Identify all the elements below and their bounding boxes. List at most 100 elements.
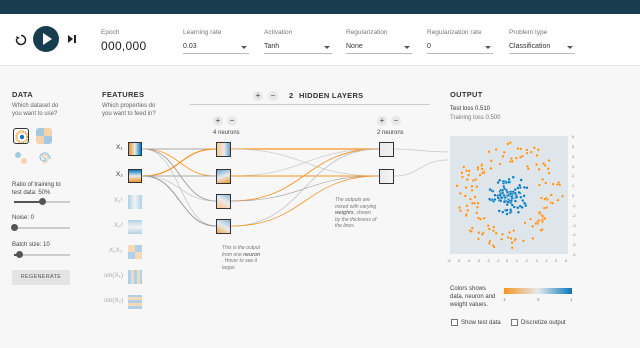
neuron-2-2[interactable] — [379, 169, 394, 184]
data-point — [505, 190, 510, 194]
legend-text: Colors shows data, neuron and weight val… — [450, 285, 495, 309]
data-point — [464, 169, 469, 173]
data-point — [560, 194, 565, 198]
data-point — [488, 187, 492, 192]
data-point — [476, 201, 480, 205]
x-tick: -1 — [496, 258, 500, 263]
data-point — [475, 185, 479, 189]
link[interactable] — [142, 175, 217, 202]
data-point — [507, 177, 511, 181]
data-point — [514, 156, 518, 160]
data-point — [516, 210, 521, 214]
data-point — [464, 213, 468, 218]
data-point — [466, 208, 470, 212]
note-line: larger. — [222, 264, 236, 271]
data-point — [494, 147, 498, 152]
data-point — [534, 221, 538, 226]
note-line: . Hover to see it — [222, 258, 258, 264]
data-point — [513, 199, 517, 203]
link[interactable] — [142, 148, 217, 177]
discretize-output-checkbox[interactable] — [511, 319, 518, 326]
data-point — [537, 167, 541, 171]
data-point — [480, 163, 484, 167]
data-point — [488, 197, 492, 201]
neuron-1-1[interactable] — [216, 142, 231, 157]
y-tick: -5 — [572, 242, 576, 248]
data-point — [478, 217, 482, 221]
data-point — [487, 227, 491, 231]
data-point — [470, 188, 474, 192]
y-tick: -6 — [572, 252, 576, 257]
data-point — [520, 205, 524, 209]
data-point — [512, 205, 516, 209]
data-point — [470, 201, 474, 205]
data-point — [542, 162, 546, 166]
data-point — [480, 167, 484, 171]
data-point — [529, 150, 533, 154]
data-point — [535, 163, 539, 167]
data-point — [531, 236, 535, 240]
show-test-data-label: Show test data — [461, 320, 501, 326]
data-point — [525, 186, 529, 190]
weights-note: The outputs are mixed with varying weigh… — [335, 197, 376, 230]
data-point — [518, 155, 523, 159]
discretize-output-label: Discretize output — [521, 320, 566, 326]
data-point — [522, 194, 526, 198]
legend-line: weight values. — [450, 302, 489, 308]
data-point — [543, 197, 547, 201]
neuron-1-3[interactable] — [216, 194, 231, 209]
link[interactable] — [393, 148, 449, 153]
data-point — [510, 159, 514, 163]
data-point — [511, 175, 515, 179]
show-test-data-checkbox[interactable] — [451, 319, 458, 326]
legend-line: data, neuron and — [450, 294, 496, 300]
data-point — [500, 196, 504, 200]
x-tick: 2 — [525, 258, 528, 263]
data-point — [470, 184, 474, 188]
y-tick: 4 — [572, 153, 575, 159]
data-point — [509, 236, 513, 240]
y-tick: -3 — [572, 222, 576, 228]
data-point — [542, 206, 546, 210]
data-point — [475, 205, 479, 209]
data-point — [496, 196, 500, 200]
data-point — [499, 199, 503, 203]
link[interactable] — [142, 175, 217, 227]
x-tick: 6 — [565, 258, 568, 263]
data-point — [516, 186, 520, 190]
link[interactable] — [142, 148, 217, 227]
x-tick: -2 — [486, 258, 490, 263]
data-point — [500, 237, 504, 241]
data-point — [480, 171, 485, 175]
legend-color-scale — [504, 288, 572, 294]
data-point — [544, 181, 548, 185]
neuron-1-4[interactable] — [216, 219, 231, 234]
neuron-2-1[interactable] — [379, 142, 394, 157]
data-point — [558, 183, 562, 187]
data-point — [497, 209, 501, 213]
y-tick: -2 — [572, 212, 576, 218]
neuron-1-2[interactable] — [216, 169, 231, 184]
data-point — [501, 154, 505, 158]
data-point — [547, 171, 551, 175]
data-point — [551, 201, 555, 205]
data-point — [510, 246, 514, 250]
data-point — [463, 194, 467, 198]
y-tick: 0 — [572, 193, 575, 198]
data-point — [477, 231, 481, 235]
y-tick: -1 — [572, 202, 576, 208]
output-heatmap[interactable] — [450, 136, 568, 254]
data-point — [493, 197, 497, 201]
data-point — [531, 224, 535, 228]
data-point — [551, 182, 555, 186]
link[interactable] — [393, 159, 449, 177]
data-point — [500, 232, 505, 236]
link[interactable] — [230, 148, 380, 177]
data-point — [501, 210, 505, 214]
data-point — [467, 169, 471, 173]
data-point — [521, 198, 525, 203]
test-loss: Test loss 0.510 — [450, 106, 491, 112]
data-point — [507, 230, 512, 234]
data-point — [465, 204, 469, 208]
output-scatter — [455, 141, 565, 250]
